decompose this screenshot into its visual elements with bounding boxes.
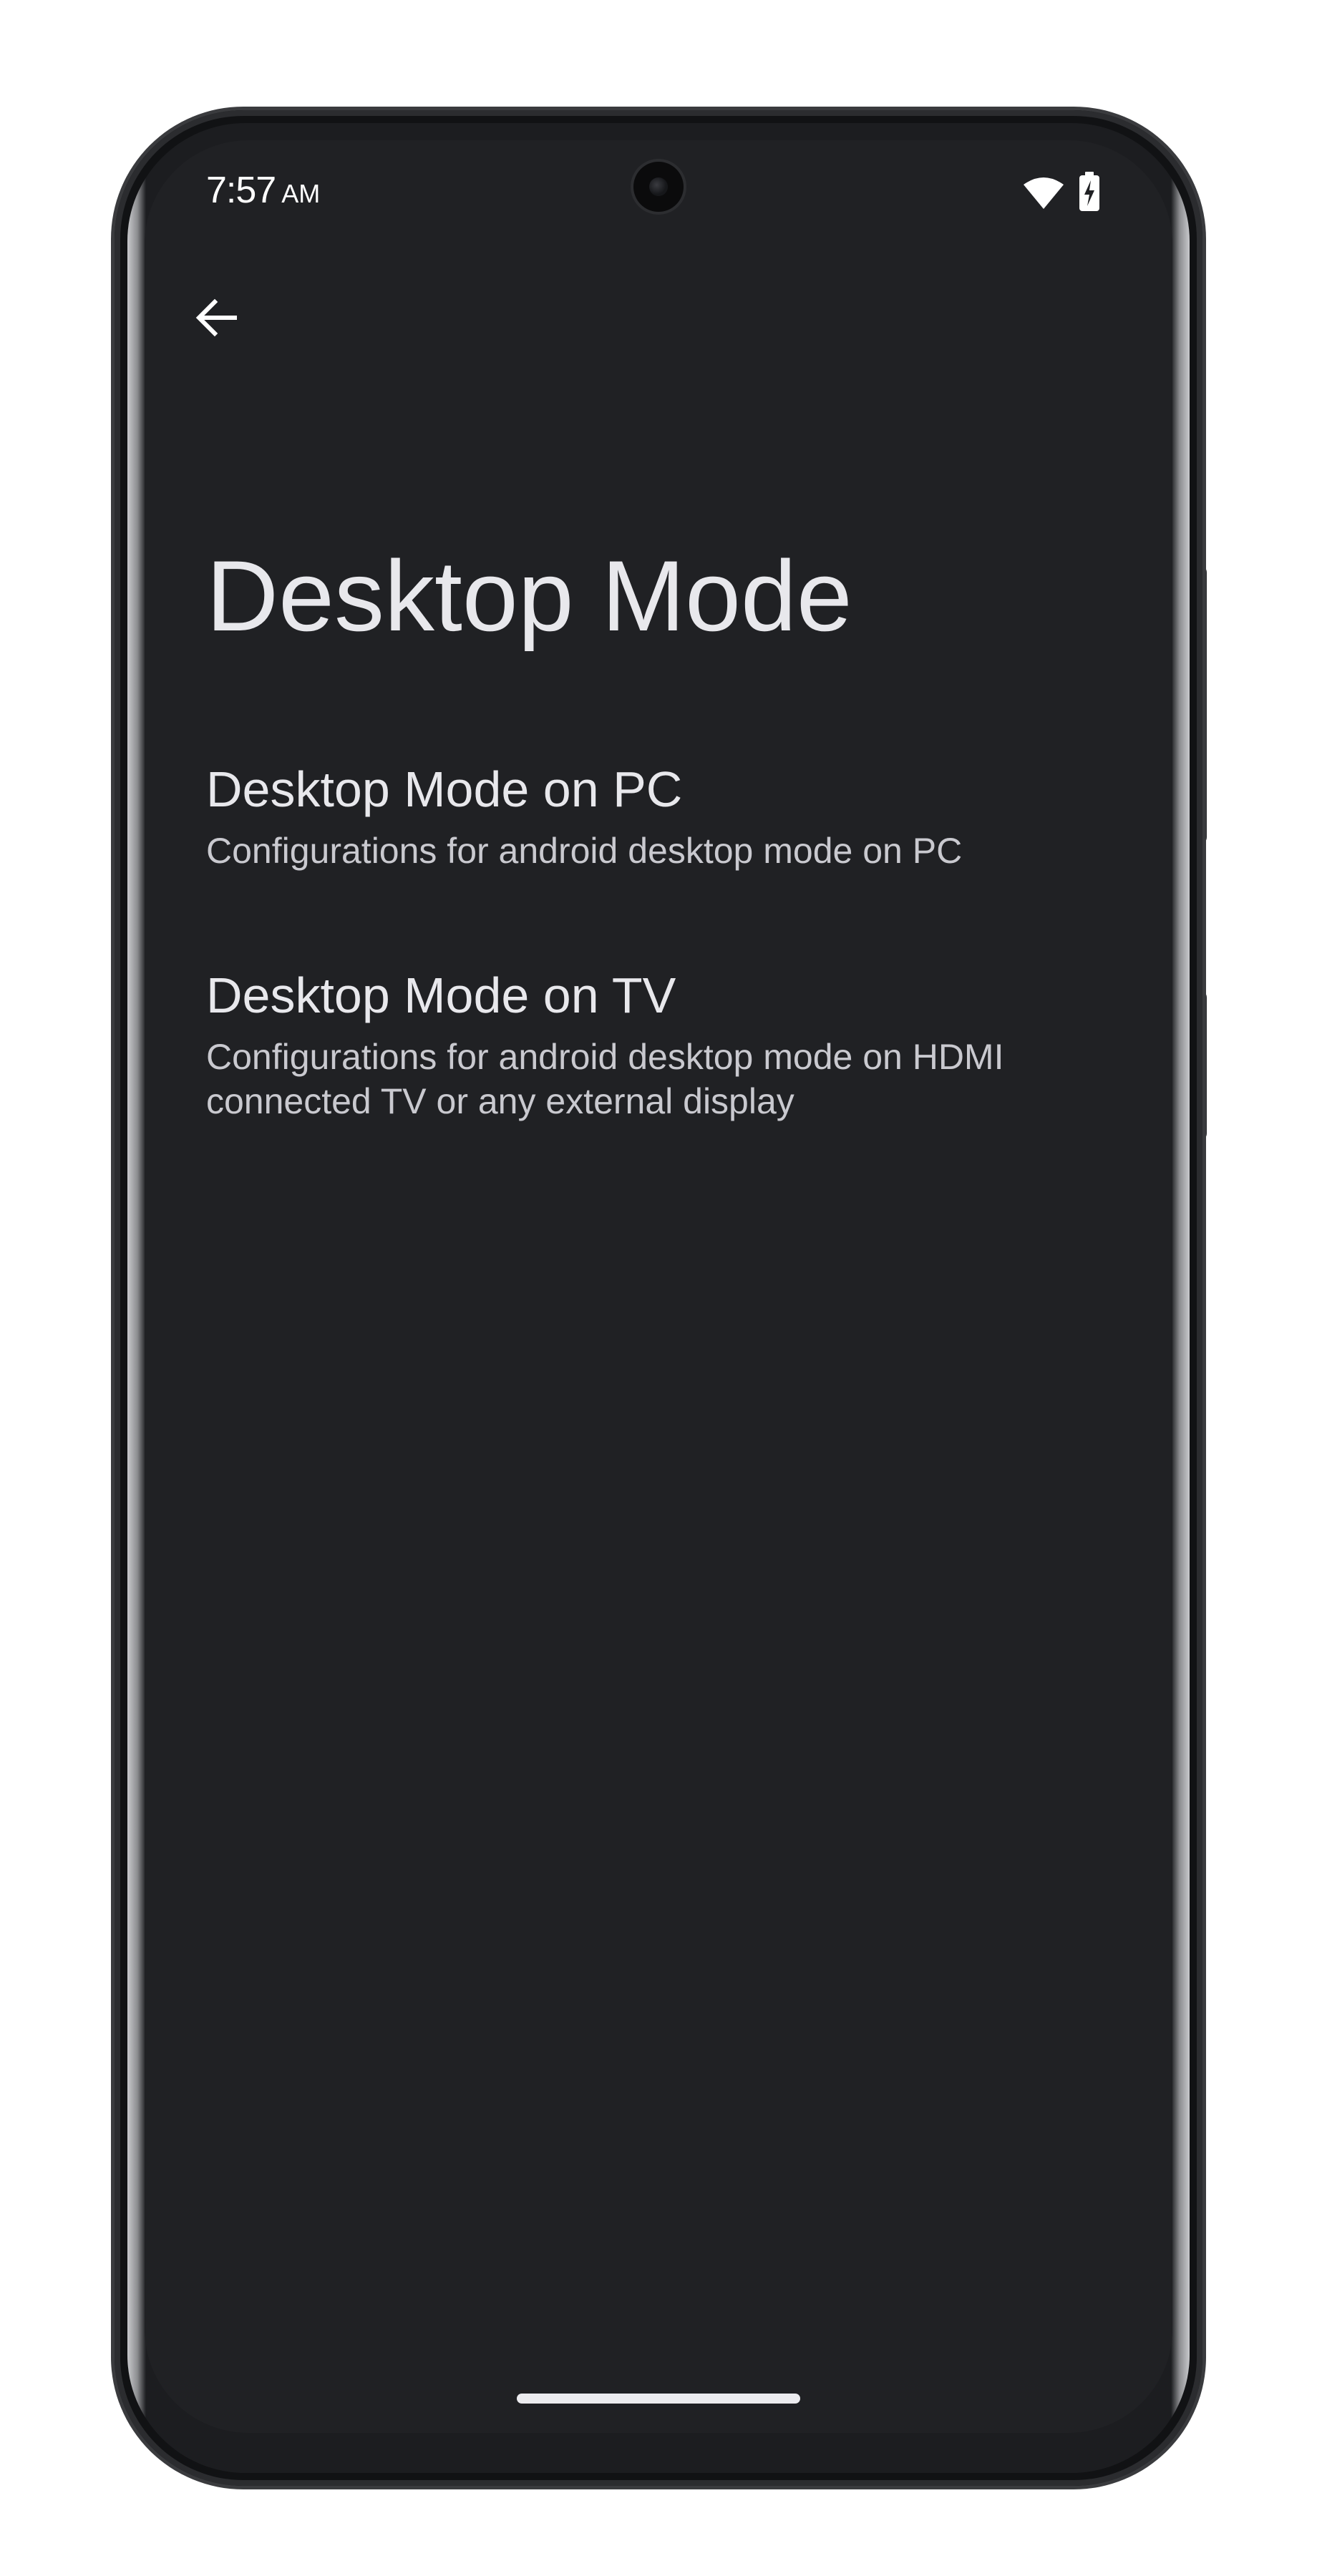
- home-indicator[interactable]: [517, 2394, 800, 2404]
- page-title: Desktop Mode: [206, 540, 852, 652]
- status-time-ampm: AM: [281, 179, 321, 208]
- battery-charging-icon: [1079, 172, 1099, 211]
- status-time: 7:57 AM: [206, 169, 320, 212]
- device-frame: 7:57 AM Desktop Mode Desktop Mode on PC C…: [0, 0, 1317, 2576]
- screen: [145, 140, 1172, 2433]
- front-camera: [633, 162, 684, 212]
- preference-summary: Configurations for android desktop mode …: [206, 831, 963, 871]
- preference-title: Desktop Mode on TV: [206, 967, 676, 1023]
- wifi-icon: [1024, 177, 1064, 209]
- preference-desktop-mode-pc[interactable]: Desktop Mode on PC Configurations for an…: [206, 760, 1065, 873]
- preference-summary: Configurations for android desktop mode …: [206, 1037, 1004, 1121]
- preference-desktop-mode-tv[interactable]: Desktop Mode on TV Configurations for an…: [206, 966, 1065, 1123]
- back-button[interactable]: [180, 282, 252, 353]
- status-icons: [1016, 172, 1109, 215]
- status-time-value: 7:57: [206, 170, 276, 211]
- preference-title: Desktop Mode on PC: [206, 761, 683, 817]
- arrow-left-icon: [195, 298, 237, 337]
